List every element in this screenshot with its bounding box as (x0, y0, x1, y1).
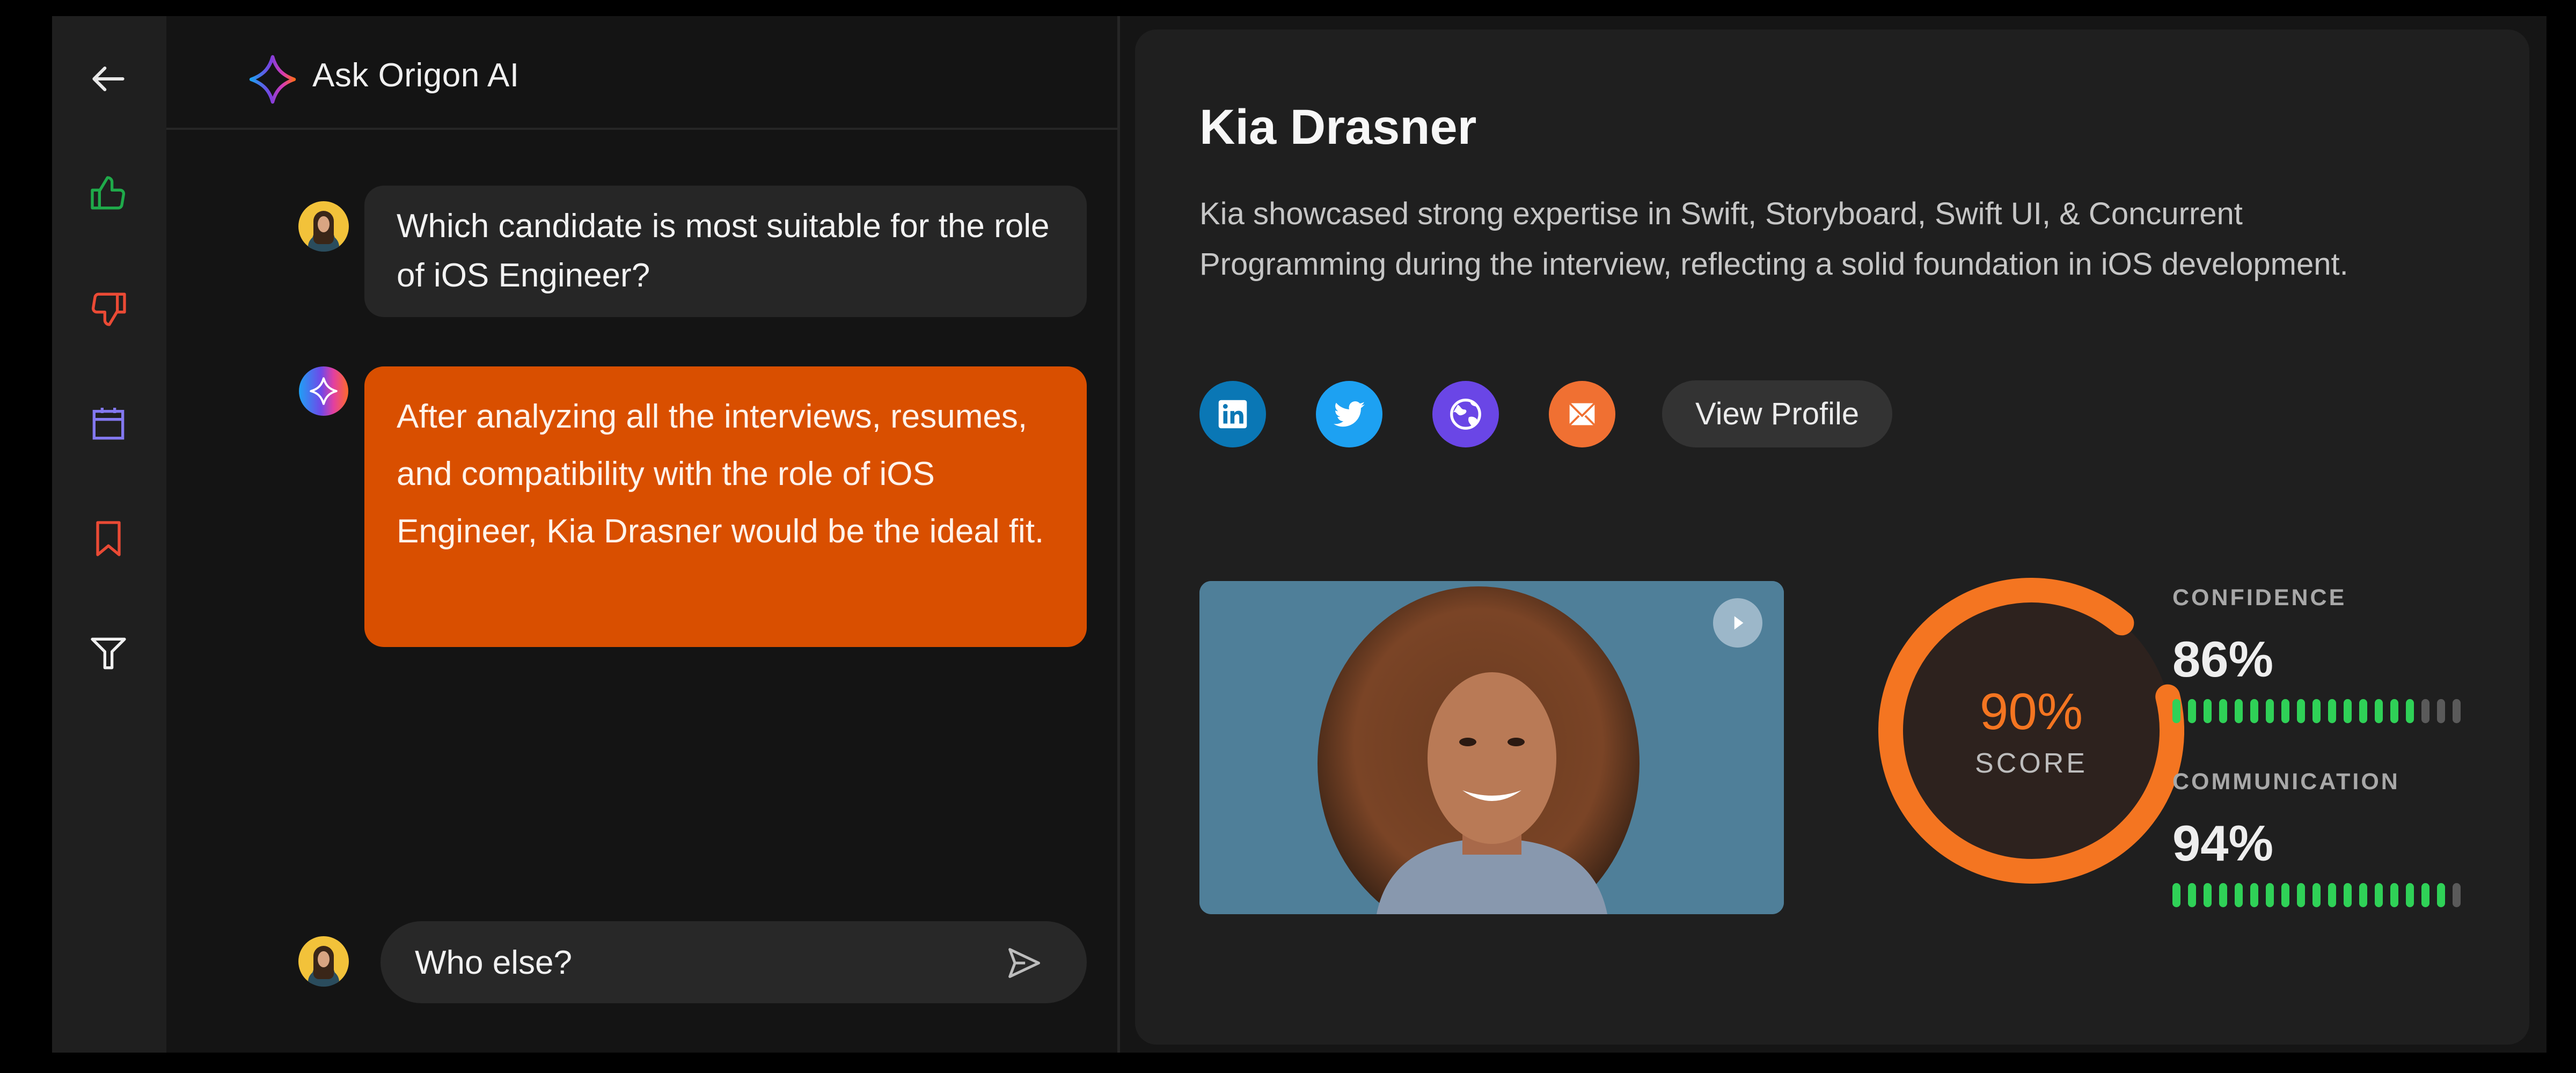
composer-avatar (298, 936, 349, 987)
metric-tick-empty (2437, 699, 2445, 723)
send-button[interactable] (1003, 943, 1044, 983)
metric-tick-empty (2453, 699, 2461, 723)
chat-header: Ask Origon AI (166, 16, 1117, 130)
app-window: Ask Origon AI Which candidate is most su… (52, 16, 2546, 1053)
metric-bar (2172, 883, 2494, 907)
metric-tick-filled (2390, 699, 2398, 723)
metric-tick-filled (2344, 883, 2352, 907)
metric-tick-filled (2266, 699, 2274, 723)
metric-tick-filled (2204, 699, 2212, 723)
interview-video-thumbnail[interactable] (1199, 581, 1784, 914)
sparkle-icon (310, 377, 338, 405)
message-input[interactable] (414, 921, 953, 1004)
metric-tick-filled (2328, 883, 2336, 907)
linkedin-button[interactable] (1199, 380, 1266, 447)
metric-tick-filled (2219, 699, 2227, 723)
metric-tick-empty (2453, 883, 2461, 907)
metric-tick-filled (2297, 883, 2305, 907)
bookmark-icon (96, 521, 121, 556)
metric-bar (2172, 699, 2494, 723)
user-message: Which candidate is most suitable for the… (364, 186, 1087, 317)
metric-label: CONFIDENCE (2172, 585, 2347, 611)
filter-button[interactable] (85, 630, 131, 677)
metric-tick-filled (2250, 699, 2258, 723)
metric-tick-filled (2188, 883, 2196, 907)
email-button[interactable] (1549, 380, 1615, 447)
score-label: SCORE (1975, 748, 2088, 779)
calendar-button[interactable] (85, 401, 131, 447)
bookmark-button[interactable] (85, 516, 131, 562)
metric-value: 86% (2172, 631, 2274, 687)
metric-tick-filled (2297, 699, 2305, 723)
message-composer (380, 921, 1087, 1004)
metric-tick-filled (2406, 699, 2414, 723)
metric-tick-filled (2421, 883, 2429, 907)
thumbs-up-icon (91, 176, 126, 210)
metric-tick-filled (2172, 883, 2180, 907)
metric-tick-filled (2312, 699, 2321, 723)
user-avatar (298, 201, 349, 252)
play-icon (1734, 616, 1744, 630)
thumbs-down-button[interactable] (85, 285, 131, 332)
metric-label: COMMUNICATION (2172, 769, 2400, 795)
candidate-card: Kia Drasner Kia showcased strong experti… (1135, 30, 2529, 1045)
metric-tick-filled (2235, 883, 2243, 907)
score-value: 90% (1979, 683, 2083, 740)
candidate-summary: Kia showcased strong expertise in Swift,… (1199, 196, 2348, 282)
metric-confidence: CONFIDENCE 86% (2172, 585, 2494, 723)
candidate-photo (1199, 581, 1784, 914)
metric-tick-filled (2437, 883, 2445, 907)
metric-tick-filled (2406, 883, 2414, 907)
metric-tick-filled (2281, 883, 2289, 907)
metric-tick-filled (2281, 699, 2289, 723)
overall-score: 90% SCORE (1878, 578, 2184, 884)
website-button[interactable] (1432, 380, 1499, 447)
metric-tick-filled (2219, 883, 2227, 907)
metric-tick-filled (2359, 699, 2367, 723)
app-title: Ask Origon AI (312, 57, 519, 94)
metric-tick-filled (2375, 883, 2383, 907)
metric-tick-filled (2390, 883, 2398, 907)
metric-tick-filled (2204, 883, 2212, 907)
metric-tick-filled (2235, 699, 2243, 723)
thumbs-up-button[interactable] (85, 171, 131, 217)
back-button[interactable] (85, 56, 131, 102)
candidate-name: Kia Drasner (1199, 100, 1477, 155)
view-profile-button[interactable]: View Profile (1662, 380, 1893, 447)
metric-tick-filled (2328, 699, 2336, 723)
mail-icon (1569, 402, 1596, 426)
calendar-icon (92, 408, 125, 440)
metric-tick-filled (2375, 699, 2383, 723)
twitter-icon (1333, 401, 1365, 427)
twitter-button[interactable] (1316, 380, 1382, 447)
sidebar (52, 16, 166, 1053)
social-links: View Profile (1199, 380, 1893, 447)
metric-tick-filled (2188, 699, 2196, 723)
assistant-avatar (299, 366, 348, 416)
metric-tick-filled (2250, 883, 2258, 907)
play-button[interactable] (1713, 598, 1762, 648)
linkedin-icon (1218, 400, 1247, 428)
chat-panel: Ask Origon AI Which candidate is most su… (166, 16, 1120, 1053)
assistant-message: After analyzing all the interviews, resu… (364, 366, 1087, 647)
arrow-left-icon (92, 67, 125, 91)
metric-tick-filled (2344, 699, 2352, 723)
metric-value: 94% (2172, 815, 2274, 871)
metric-communication: COMMUNICATION 94% (2172, 769, 2494, 907)
send-icon (1008, 948, 1041, 978)
thumbs-down-icon (91, 292, 126, 326)
metric-tick-empty (2421, 699, 2429, 723)
metric-tick-filled (2359, 883, 2367, 907)
metric-tick-filled (2266, 883, 2274, 907)
filter-icon (91, 637, 126, 670)
origon-logo-icon (249, 55, 296, 104)
metric-tick-filled (2312, 883, 2321, 907)
globe-icon (1450, 398, 1481, 430)
metric-tick-filled (2172, 699, 2180, 723)
